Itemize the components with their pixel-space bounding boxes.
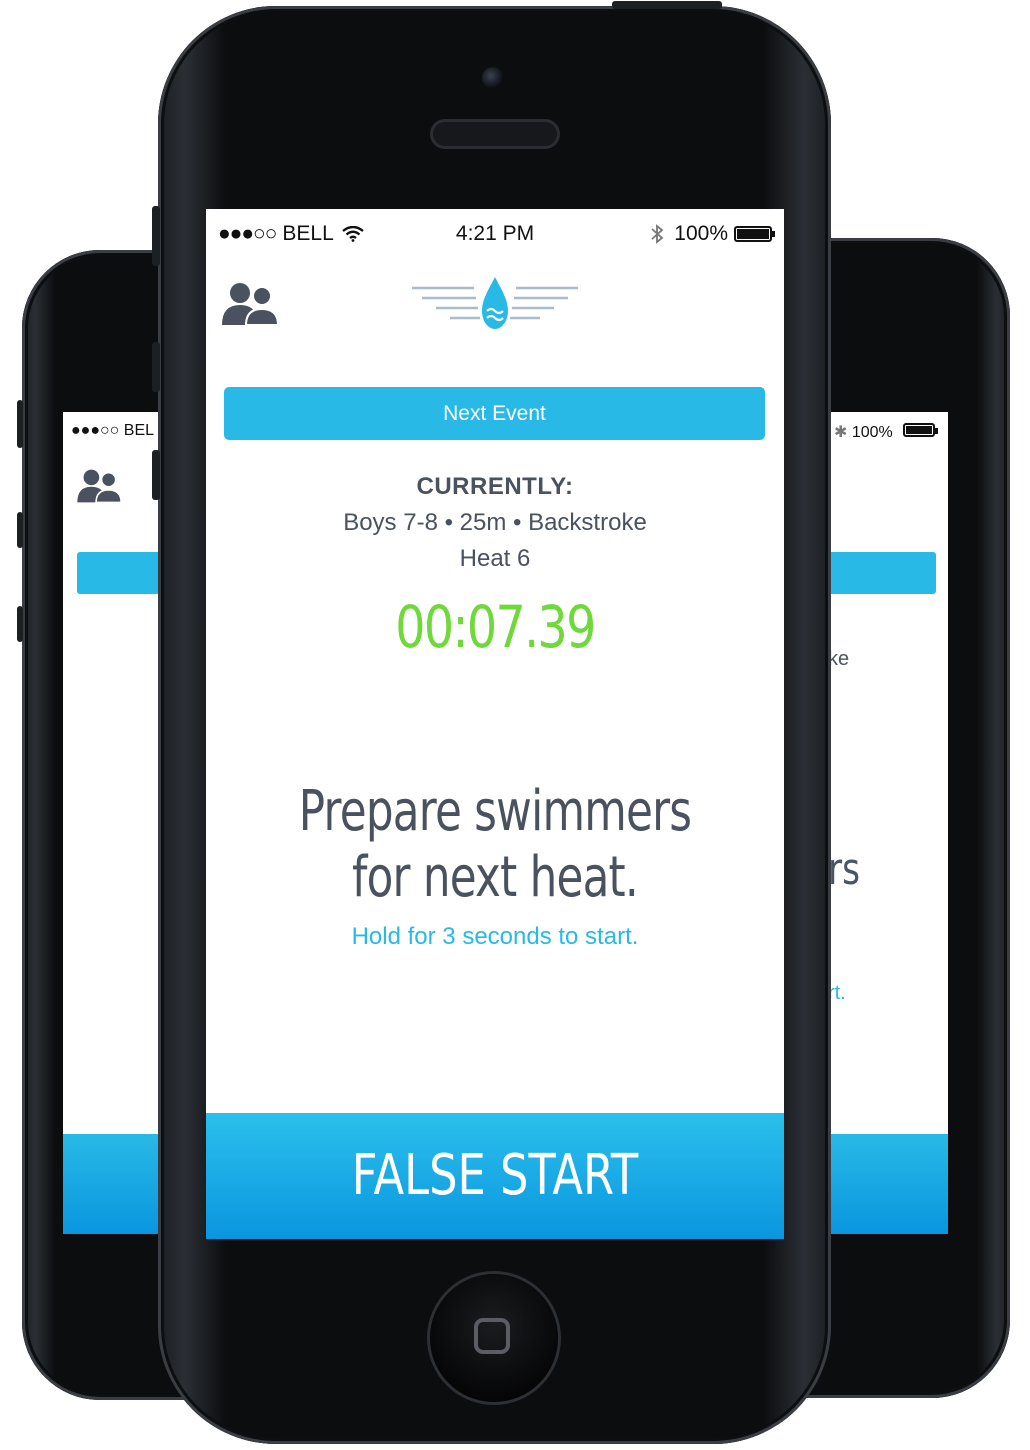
battery-icon xyxy=(734,226,775,242)
back-right-status: ✱ 100% xyxy=(834,422,939,442)
front-camera xyxy=(482,67,504,89)
next-event-button[interactable]: Next Event xyxy=(224,387,765,440)
back-right-bluetooth-icon: ✱ xyxy=(834,424,848,441)
bluetooth-icon xyxy=(651,224,664,244)
mockup-stage: ●●●○○ BEL ✱ 100% ke rs rt. ●●●○○ BELL 4:… xyxy=(0,0,1030,1450)
mute-switch xyxy=(17,400,23,448)
volume-down-button xyxy=(17,606,23,642)
back-right-prepare-fragment: rs xyxy=(828,844,860,895)
back-right-battery-icon xyxy=(903,423,939,437)
battery-percent: 100% xyxy=(674,222,728,245)
front-volume-up-button xyxy=(152,342,160,392)
back-right-battery-text: 100% xyxy=(851,424,893,441)
back-right-next-event-bar xyxy=(828,552,936,594)
prepare-line-2: for next heat. xyxy=(351,845,639,910)
prepare-message: Prepare swimmers for next heat. xyxy=(270,779,721,911)
home-button xyxy=(430,1274,558,1402)
false-start-button[interactable]: FALSE START xyxy=(206,1113,784,1239)
race-timer: 00:07.39 xyxy=(395,593,596,661)
status-bar: ●●●○○ BELL 4:21 PM 100% xyxy=(206,209,784,257)
event-description: Boys 7-8 • 25m • Backstroke xyxy=(343,509,647,536)
app-screen: ●●●○○ BELL 4:21 PM 100% Next Event CURRE… xyxy=(206,209,784,1239)
earpiece-speaker xyxy=(433,122,557,146)
prepare-line-1: Prepare swimmers xyxy=(298,779,692,844)
back-left-swimmers-icon xyxy=(77,469,122,504)
currently-label: CURRENTLY: xyxy=(416,473,574,500)
hold-instruction: Hold for 3 seconds to start. xyxy=(351,923,639,950)
status-right: 100% xyxy=(650,222,775,246)
back-right-false-start-bar xyxy=(828,1134,948,1234)
front-power-button xyxy=(612,1,722,9)
false-start-label: FALSE START xyxy=(351,1143,639,1208)
water-drop-logo-icon xyxy=(412,277,578,329)
back-right-event-fragment: ke xyxy=(828,648,850,670)
back-left-status: ●●●○○ BEL xyxy=(71,422,155,439)
home-square-icon xyxy=(474,1318,510,1354)
heat-label: Heat 6 xyxy=(459,545,531,572)
volume-up-button xyxy=(17,512,23,548)
front-phone: ●●●○○ BELL 4:21 PM 100% Next Event CURRE… xyxy=(152,1,831,1444)
front-volume-down-button xyxy=(152,450,160,500)
back-right-screen: ✱ 100% ke rs rt. xyxy=(828,412,948,1234)
front-mute-switch xyxy=(152,206,160,266)
swimmers-icon[interactable] xyxy=(220,281,282,327)
